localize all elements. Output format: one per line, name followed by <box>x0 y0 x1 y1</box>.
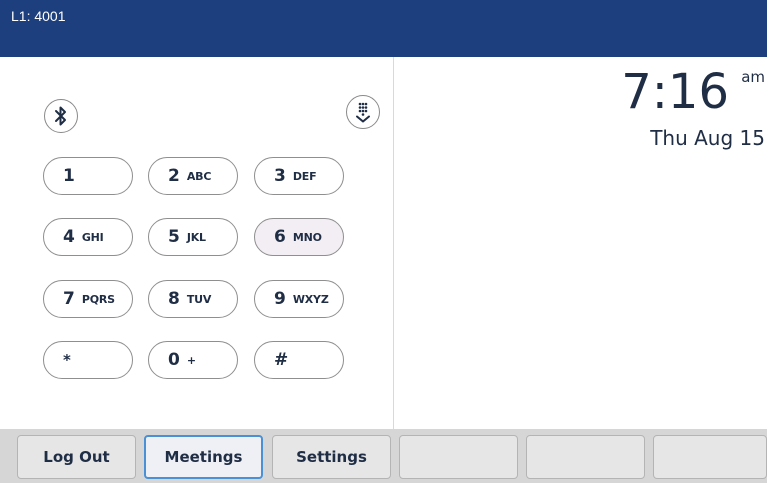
panel-divider <box>393 57 394 429</box>
dialpad-key-7[interactable]: 7 PQRS <box>43 280 133 318</box>
log-out-softkey[interactable]: Log Out <box>17 435 136 479</box>
clock-time: 7:16 <box>621 64 729 120</box>
dialpad-key-6[interactable]: 6 MNO <box>254 218 344 256</box>
dialpad-key-4[interactable]: 4 GHI <box>43 218 133 256</box>
softkey-5[interactable] <box>526 435 645 479</box>
dialpad-key-0[interactable]: 0 + <box>148 341 238 379</box>
line-label: L1: 4001 <box>11 8 66 24</box>
settings-softkey[interactable]: Settings <box>272 435 391 479</box>
meetings-softkey[interactable]: Meetings <box>144 435 263 479</box>
dialpad-toggle-button[interactable] <box>346 95 380 129</box>
dialpad-key-star[interactable]: * <box>43 341 133 379</box>
status-bar: L1: 4001 <box>0 0 767 57</box>
dialpad-key-1[interactable]: 1 <box>43 157 133 195</box>
dialpad-key-3[interactable]: 3 DEF <box>254 157 344 195</box>
dialpad-key-9[interactable]: 9 WXYZ <box>254 280 344 318</box>
softkey-bar: Log Out Meetings Settings <box>0 429 767 483</box>
bluetooth-icon <box>55 106 66 126</box>
softkey-4[interactable] <box>399 435 518 479</box>
clock-ampm: am <box>741 68 765 86</box>
dialpad-key-8[interactable]: 8 TUV <box>148 280 238 318</box>
softkey-6[interactable] <box>653 435 767 479</box>
bluetooth-button[interactable] <box>44 99 78 133</box>
dialpad-key-2[interactable]: 2 ABC <box>148 157 238 195</box>
dialpad-key-pound[interactable]: # <box>254 341 344 379</box>
clock-widget: 7:16 am Thu Aug 15 <box>567 64 767 154</box>
dialpad-collapse-icon <box>356 102 370 123</box>
clock-date: Thu Aug 15 <box>650 126 765 150</box>
dialpad-key-5[interactable]: 5 JKL <box>148 218 238 256</box>
